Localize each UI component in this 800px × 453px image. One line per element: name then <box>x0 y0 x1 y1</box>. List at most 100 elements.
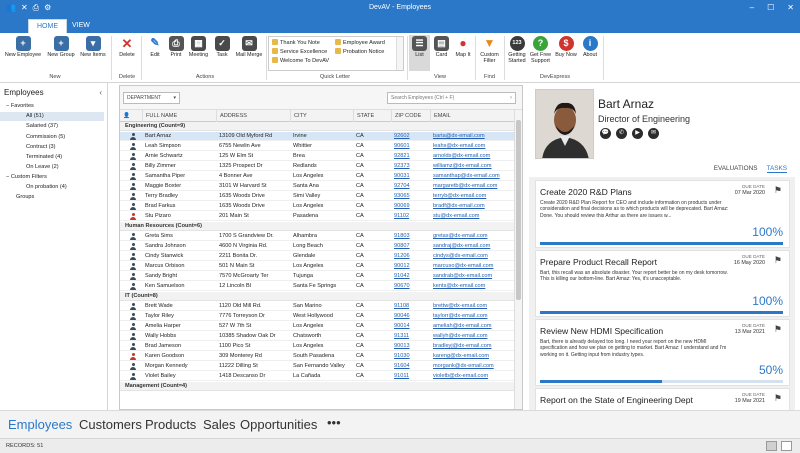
flag-icon[interactable]: ⚑ <box>774 185 782 196</box>
get-free-support-button[interactable]: ? Get Free Support <box>529 35 552 71</box>
cell-zip-code[interactable]: 90013 <box>394 342 432 351</box>
more-modules-button[interactable]: ••• <box>327 415 341 430</box>
cell-email[interactable]: bradleyj@dx-email.com <box>433 342 513 351</box>
quick-letter-item[interactable]: Service Excellence <box>272 48 327 56</box>
cell-zip-code[interactable]: 90012 <box>394 262 432 271</box>
tab-home[interactable]: HOME <box>28 19 67 33</box>
cell-zip-code[interactable]: 92373 <box>394 162 432 171</box>
nav-item-salaried[interactable]: Salaried (37) <box>0 122 104 131</box>
map-it-button[interactable]: ● Map It <box>452 35 474 71</box>
cell-zip-code[interactable]: 91604 <box>394 362 432 371</box>
table-row[interactable]: Maggie Boxter 3101 W Harvard St Santa Ana C… <box>120 182 514 191</box>
cell-email[interactable]: ameliah@dx-email.com <box>433 322 513 331</box>
flag-icon[interactable]: ⚑ <box>774 393 782 404</box>
module-opportunities[interactable]: Opportunities <box>240 417 317 432</box>
cell-zip-code[interactable]: 90601 <box>394 142 432 151</box>
cell-zip-code[interactable]: 91102 <box>394 212 432 221</box>
cell-zip-code[interactable]: 90031 <box>394 172 432 181</box>
cell-zip-code[interactable]: 90670 <box>394 282 432 291</box>
table-row[interactable]: Cindy Stanwick 2211 Bonita Dr. Glendale CA 9… <box>120 252 514 261</box>
cell-email[interactable]: margaretb@dx-email.com <box>433 182 513 191</box>
getting-started-button[interactable]: 123 Getting Started <box>505 35 529 71</box>
table-row[interactable]: Stu Pizaro 201 Main St Pasadena CA 91102 stu@… <box>120 212 514 221</box>
cell-email[interactable]: wallyh@dx-email.com <box>433 332 513 341</box>
flag-icon[interactable]: ⚑ <box>774 255 782 266</box>
cell-email[interactable]: terryb@dx-email.com <box>433 192 513 201</box>
table-row[interactable]: Ken Samuelson 12 Lincoln Bl Santa Fe Sprin… <box>120 282 514 291</box>
cell-zip-code[interactable]: 92602 <box>394 132 432 141</box>
table-row[interactable]: Brad Jameson 1100 Pico St Los Angeles CA 900… <box>120 342 514 351</box>
task-card[interactable]: Report on the State of Engineering Dept D… <box>535 388 790 410</box>
nav-item-on-leave[interactable]: On Leave (2) <box>0 163 104 172</box>
cell-email[interactable]: sandraj@dx-email.com <box>433 242 513 251</box>
cell-email[interactable]: leahs@dx-email.com <box>433 142 513 151</box>
nav-item-commission[interactable]: Commission (5) <box>0 133 104 142</box>
delete-button[interactable]: ✕ Delete <box>114 35 140 71</box>
task-card[interactable]: Prepare Product Recall Report DUE DATE 16 … <box>535 250 790 317</box>
cell-email[interactable]: cindys@dx-email.com <box>433 252 513 261</box>
card-view-button[interactable]: ▤ Card <box>431 35 452 71</box>
column-header-address[interactable]: ADDRESS <box>216 110 290 122</box>
table-row[interactable]: Marcus Orbison 501 N Main St Los Angeles CA… <box>120 262 514 271</box>
group-row[interactable]: Management (Count=4) <box>120 382 514 391</box>
department-filter[interactable]: DEPARTMENT ▾ <box>123 92 180 104</box>
cell-zip-code[interactable]: 93065 <box>394 192 432 201</box>
table-row[interactable]: Amelia Harper 527 W 7th St Los Angeles CA 90… <box>120 322 514 331</box>
cell-zip-code[interactable]: 92821 <box>394 152 432 161</box>
cell-email[interactable]: gretas@dx-email.com <box>433 232 513 241</box>
maximize-icon[interactable]: ☐ <box>767 3 774 13</box>
cell-zip-code[interactable]: 90069 <box>394 202 432 211</box>
nav-item-groups[interactable]: Groups <box>0 193 104 202</box>
nav-item-on-probation[interactable]: On probation (4) <box>0 183 104 192</box>
cell-zip-code[interactable]: 91803 <box>394 232 432 241</box>
cell-email[interactable]: morgank@dx-email.com <box>433 362 513 371</box>
cell-zip-code[interactable]: 91206 <box>394 252 432 261</box>
cell-zip-code[interactable]: 90014 <box>394 322 432 331</box>
task-card[interactable]: Create 2020 R&D Plans DUE DATE 07 Mar 2020… <box>535 180 790 248</box>
nav-group-favorites[interactable]: − Favorites <box>0 102 104 111</box>
cell-email[interactable]: sandrab@dx-email.com <box>433 272 513 281</box>
cell-zip-code[interactable]: 91030 <box>394 352 432 361</box>
nav-item-all[interactable]: All (51) <box>0 112 104 121</box>
module-products[interactable]: Products <box>145 417 196 432</box>
cell-email[interactable]: kents@dx-email.com <box>433 282 513 291</box>
cell-zip-code[interactable]: 91042 <box>394 272 432 281</box>
cell-email[interactable]: samanthap@dx-email.com <box>433 172 513 181</box>
cell-email[interactable]: taylorr@dx-email.com <box>433 312 513 321</box>
cell-zip-code[interactable]: 92704 <box>394 182 432 191</box>
grid-scrollbar[interactable] <box>514 110 522 409</box>
column-header-full-name[interactable]: FULL NAME <box>142 110 216 122</box>
column-header-zip-code[interactable]: ZIP CODE <box>391 110 430 122</box>
quick-letter-item[interactable]: Employee Award <box>335 39 385 47</box>
table-row[interactable]: Billy Zimmer 1325 Prospect Dr Redlands CA 92… <box>120 162 514 171</box>
table-row[interactable]: Leah Simpson 6755 Newlin Ave Whittier CA 906… <box>120 142 514 151</box>
table-row[interactable]: Karen Goodson 309 Monterey Rd South Pasade… <box>120 352 514 361</box>
cell-email[interactable]: kareng@dx-email.com <box>433 352 513 361</box>
collapse-pane-icon[interactable]: ‹ <box>99 88 102 97</box>
cell-email[interactable]: arnolds@dx-email.com <box>433 152 513 161</box>
gallery-scroll[interactable] <box>396 37 403 70</box>
table-row[interactable]: Taylor Riley 7776 Torreyson Dr West Hollyw… <box>120 312 514 321</box>
group-row[interactable]: Engineering (Count=9) <box>120 122 514 131</box>
table-row[interactable]: Wally Hobbs 10385 Shadow Oak Dr Chatsworth… <box>120 332 514 341</box>
task-card[interactable]: Review New HDMI Specification DUE DATE 13 … <box>535 319 790 386</box>
table-row[interactable]: Terry Bradley 1635 Woods Drive Simi Valley… <box>120 192 514 201</box>
table-row[interactable]: Arnie Schwartz 125 W Elm St Brea CA 92821 arn… <box>120 152 514 161</box>
group-row[interactable]: Human Resources (Count=6) <box>120 222 514 231</box>
cell-zip-code[interactable]: 90807 <box>394 242 432 251</box>
column-header-city[interactable]: CITY <box>290 110 353 122</box>
buy-now-button[interactable]: $ Buy Now <box>554 35 578 71</box>
new-employee-button[interactable]: + New Employee <box>3 35 43 71</box>
normal-view-icon[interactable] <box>766 441 777 451</box>
module-employees[interactable]: Employees <box>8 417 72 432</box>
table-row[interactable]: Samantha Piper 4 Bonner Ave Los Angeles CA 9… <box>120 172 514 181</box>
table-row[interactable]: Sandra Johnson 4600 N Virginia Rd. Long Be… <box>120 242 514 251</box>
table-row[interactable]: Greta Sims 1700 S Grandview Dr. Alhambra CA… <box>120 232 514 241</box>
cell-email[interactable]: marcuso@dx-email.com <box>433 262 513 271</box>
video-icon[interactable]: ▶ <box>632 128 643 139</box>
reading-view-icon[interactable] <box>781 441 792 451</box>
print-button[interactable]: ⎙ Print <box>166 35 186 71</box>
search-employees-input[interactable]: Search Employees (Ctrl + F) › <box>387 92 516 104</box>
cell-email[interactable]: bradf@dx-email.com <box>433 202 513 211</box>
list-view-button[interactable]: ☰ List <box>409 35 430 71</box>
